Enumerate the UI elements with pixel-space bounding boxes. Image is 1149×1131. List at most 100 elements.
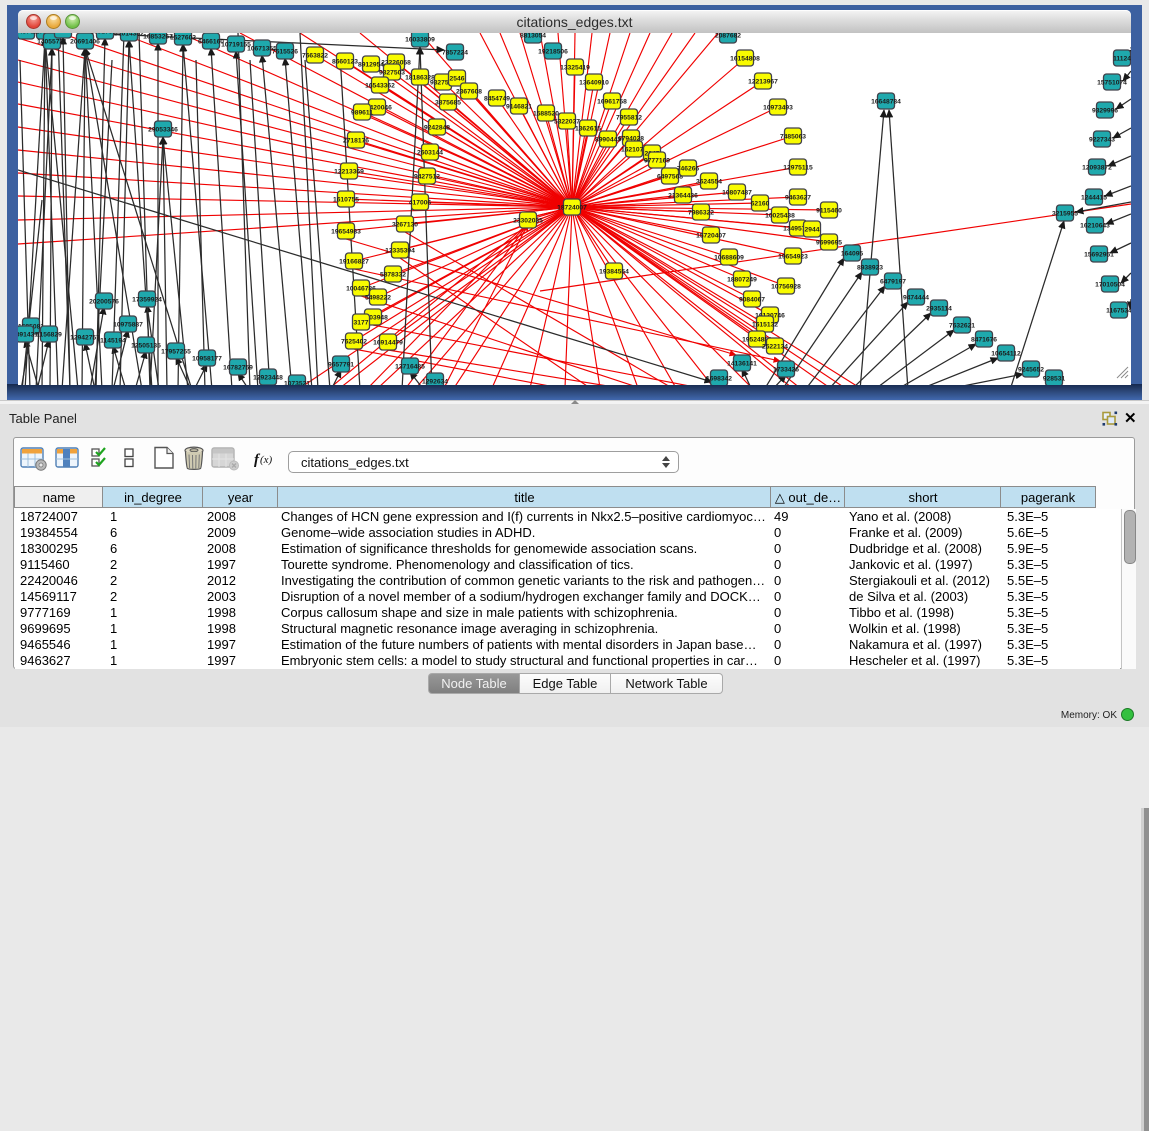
svg-text:7625402: 7625402 [341,338,367,345]
svg-text:21364436: 21364436 [668,192,698,199]
svg-text:1156829: 1156829 [36,331,62,338]
svg-text:13640910: 13640910 [579,79,609,86]
svg-text:14055721: 14055721 [37,38,67,45]
svg-text:12213967: 12213967 [748,78,778,85]
svg-text:13716485: 13716485 [395,363,425,370]
svg-text:20200576: 20200576 [89,298,119,305]
svg-text:1362615: 1362615 [575,125,601,132]
svg-text:62160: 62160 [751,200,770,207]
svg-text:2087682: 2087682 [715,33,741,39]
svg-text:7515526: 7515526 [272,48,298,55]
svg-text:1292634: 1292634 [422,378,448,385]
svg-text:20691406: 20691406 [70,38,100,45]
svg-text:6479197: 6479197 [880,278,906,285]
svg-text:746266: 746266 [677,165,700,172]
svg-text:3624554: 3624554 [696,178,722,185]
svg-text:19384554: 19384554 [599,268,629,275]
svg-text:10958177: 10958177 [192,355,222,362]
svg-text:12505135: 12505135 [131,342,161,349]
svg-text:19218506: 19218506 [538,48,568,55]
svg-text:5322037: 5322037 [554,118,580,125]
svg-text:5878332: 5878332 [380,271,406,278]
svg-text:10975887: 10975887 [113,321,143,328]
svg-text:23302035: 23302035 [513,217,543,224]
svg-text:9227343: 9227343 [1089,136,1115,143]
svg-text:11124: 11124 [1113,55,1131,62]
svg-text:1244415: 1244415 [1081,194,1107,201]
svg-text:1588520: 1588520 [533,110,559,117]
svg-text:928531: 928531 [1043,375,1066,382]
svg-text:10756928: 10756928 [771,283,801,290]
svg-text:14136141: 14136141 [727,360,757,367]
svg-text:2522134: 2522134 [762,343,788,350]
svg-text:1073521: 1073521 [284,380,310,385]
svg-text:29053346: 29053346 [148,126,178,133]
svg-text:1527602: 1527602 [170,34,196,41]
svg-text:3267130: 3267130 [392,221,418,228]
svg-text:2603144: 2603144 [417,149,443,156]
svg-text:8471676: 8471676 [971,336,997,343]
svg-text:9329996: 9329996 [1092,107,1118,114]
svg-text:9699695: 9699695 [816,239,842,246]
svg-text:9115460: 9115460 [816,207,842,214]
svg-text:5498222: 5498222 [365,294,391,301]
svg-text:10973493: 10973493 [763,104,793,111]
svg-text:1610755: 1610755 [333,196,359,203]
svg-text:9657791: 9657791 [328,361,354,368]
svg-text:417006: 417006 [409,199,432,206]
svg-text:10688609: 10688609 [714,254,744,261]
svg-text:2935114: 2935114 [926,305,952,312]
svg-text:10025438: 10025438 [765,212,795,219]
svg-text:10654112: 10654112 [991,350,1021,357]
svg-text:15751074: 15751074 [1097,79,1127,86]
svg-text:12093872: 12093872 [1082,164,1112,171]
svg-text:(x): (x) [260,454,273,466]
svg-text:7857224: 7857224 [442,49,468,56]
svg-text:12213369: 12213369 [334,168,364,175]
svg-text:2546: 2546 [450,75,465,82]
svg-text:18807249: 18807249 [727,276,757,283]
svg-text:1733426: 1733426 [773,366,799,373]
svg-text:15720407: 15720407 [696,232,726,239]
svg-text:12942757: 12942757 [70,334,100,341]
svg-text:7632621: 7632621 [949,322,975,329]
svg-text:12335394: 12335394 [385,247,415,254]
svg-text:8813054: 8813054 [520,33,546,39]
svg-text:12975115: 12975115 [783,164,813,171]
svg-text:8660123: 8660123 [332,58,358,65]
svg-text:9427512: 9427512 [414,173,440,180]
svg-text:3875685: 3875685 [435,99,461,106]
svg-text:16782759: 16782759 [223,364,253,371]
svg-text:7986322: 7986322 [688,209,714,216]
svg-text:1615132: 1615132 [752,321,778,328]
svg-text:19166827: 19166827 [339,258,369,265]
svg-text:9242848: 9242848 [424,124,450,131]
svg-text:16961758: 16961758 [597,98,627,105]
svg-text:2367608: 2367608 [456,88,482,95]
svg-text:16154808: 16154808 [730,55,760,62]
svg-text:9245652: 9245652 [1018,366,1044,373]
svg-text:16543362: 16543362 [365,82,395,89]
svg-text:1145194: 1145194 [100,337,126,344]
svg-text:8200597: 8200597 [50,33,76,34]
svg-text:9084067: 9084067 [739,296,765,303]
svg-text:16648784: 16648784 [871,98,901,105]
svg-text:21014352: 21014352 [114,33,144,37]
svg-text:164095: 164095 [841,250,864,257]
svg-text:16210643: 16210643 [1080,222,1110,229]
svg-text:15692951: 15692951 [1084,251,1114,258]
svg-text:9777169: 9777169 [644,157,670,164]
svg-text:9327503: 9327503 [379,69,405,76]
svg-text:17010504: 17010504 [1095,281,1125,288]
svg-text:16033809: 16033809 [405,36,435,43]
svg-text:16914479: 16914479 [373,339,403,346]
svg-text:9463627: 9463627 [785,194,811,201]
svg-text:3215955: 3215955 [1052,210,1078,217]
svg-text:10853267: 10853267 [143,33,173,40]
svg-text:8454749: 8454749 [484,95,510,102]
svg-text:9474444: 9474444 [903,294,929,301]
svg-text:18724007: 18724007 [557,204,587,211]
svg-text:1167534: 1167534 [1106,307,1131,314]
svg-text:7663822: 7663822 [302,52,328,59]
svg-text:9146821: 9146821 [506,103,532,110]
